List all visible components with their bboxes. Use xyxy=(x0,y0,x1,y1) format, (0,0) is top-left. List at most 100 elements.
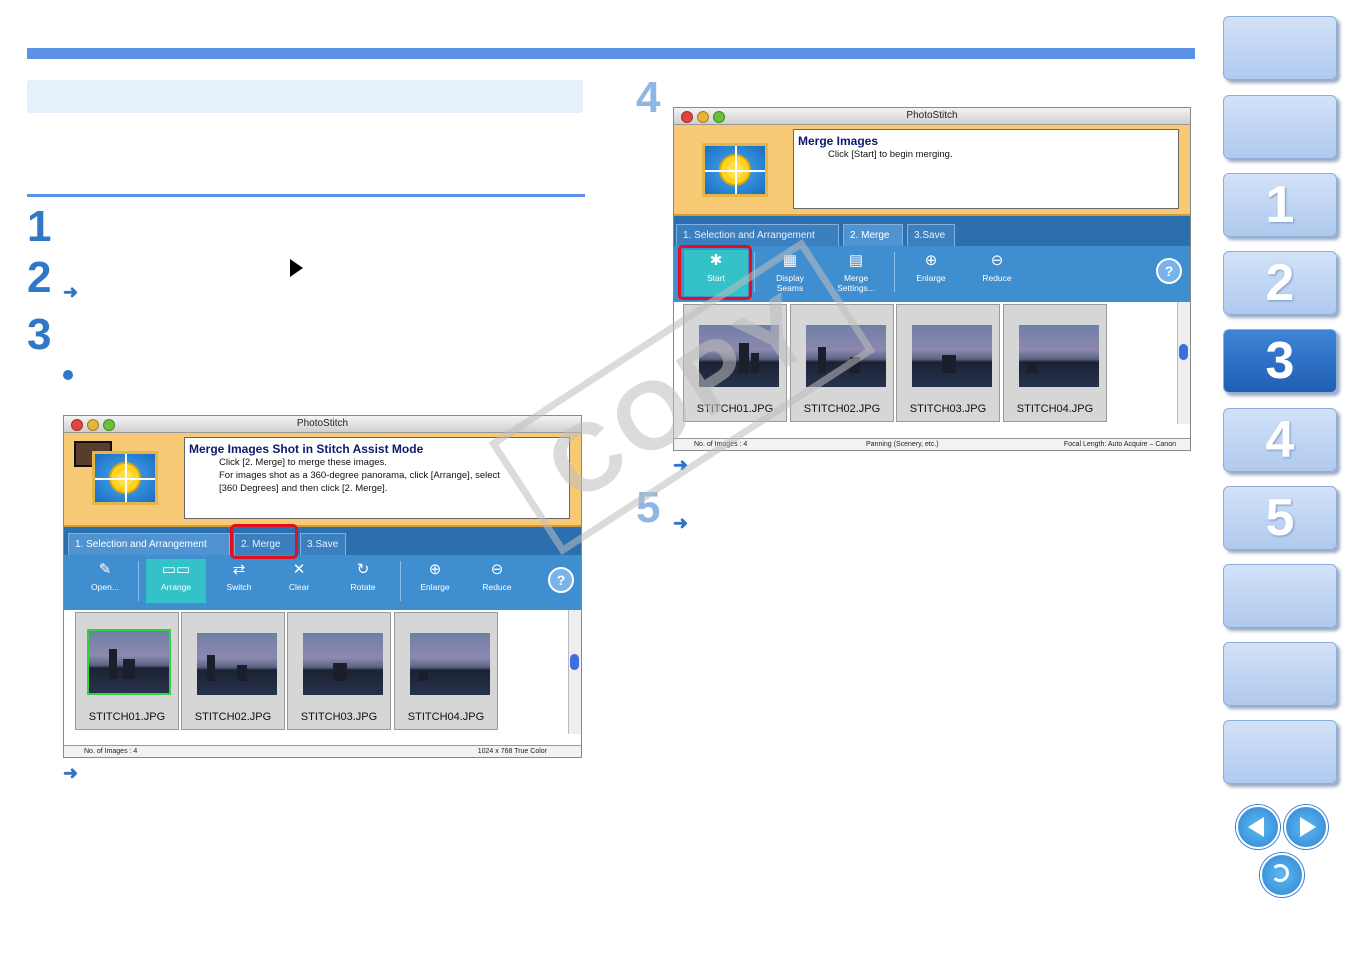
message-title: Merge Images xyxy=(798,134,879,148)
menu-arrow-icon xyxy=(290,259,303,277)
tab-strip: 1. Selection and Arrangement 2. Merge 3.… xyxy=(64,527,581,555)
arrange-button[interactable]: ▭▭ Arrange xyxy=(146,559,206,603)
switch-button[interactable]: ⇄ Switch xyxy=(212,559,266,603)
nav-button-contents[interactable] xyxy=(1223,95,1337,159)
photostitch-logo xyxy=(702,143,768,197)
vertical-scrollbar[interactable] xyxy=(1177,302,1190,424)
nav-button-extra[interactable] xyxy=(1223,720,1337,784)
image-count: No. of Images : 4 xyxy=(84,748,138,755)
step-2-number: 2 xyxy=(27,253,52,302)
window-titlebar: PhotoStitch xyxy=(674,108,1190,125)
scroll-thumb[interactable] xyxy=(1179,344,1188,360)
tab-save[interactable]: 3.Save xyxy=(907,224,955,246)
merge-settings-icon: ▤ xyxy=(848,252,864,269)
window-title: PhotoStitch xyxy=(296,418,349,429)
header-bar xyxy=(27,48,1195,59)
zoom-icon[interactable] xyxy=(713,111,725,123)
image-resolution: 1024 x 768 True Color xyxy=(477,748,547,755)
arrange-icon: ▭▭ xyxy=(161,561,191,578)
thumbnail-image xyxy=(912,325,992,387)
section-divider xyxy=(27,194,585,197)
switch-icon: ⇄ xyxy=(232,561,246,578)
message-line: [360 Degrees] and then click [2. Merge]. xyxy=(219,483,388,494)
nav-chapter-2[interactable]: 2 xyxy=(1223,251,1337,315)
thumbnail[interactable]: STITCH04.JPG xyxy=(394,612,498,730)
thumbnail-caption: STITCH03.JPG xyxy=(909,403,987,415)
rotate-button[interactable]: ↻ Rotate xyxy=(336,559,390,603)
nav-chapter-1[interactable]: 1 xyxy=(1223,173,1337,237)
next-page-icon[interactable] xyxy=(1284,805,1328,849)
minimize-icon[interactable] xyxy=(87,419,99,431)
reduce-button[interactable]: ⊖ Reduce xyxy=(470,559,524,603)
tab-strip: 1. Selection and Arrangement 2. Merge 3.… xyxy=(674,216,1190,246)
thumbnail[interactable]: STITCH02.JPG xyxy=(181,612,285,730)
focal-length: Focal Length: Auto Acquire – Canon xyxy=(1063,441,1176,448)
bullet-icon xyxy=(63,370,73,380)
window-title: PhotoStitch xyxy=(906,110,958,121)
nav-button-index[interactable] xyxy=(1223,642,1337,706)
help-icon[interactable]: ? xyxy=(548,567,574,593)
close-icon[interactable] xyxy=(681,111,693,123)
enlarge-button[interactable]: ⊕ Enlarge xyxy=(904,250,958,294)
rotate-icon: ↻ xyxy=(356,561,370,578)
photostitch-logo xyxy=(92,451,158,505)
status-bar: No. of Images : 4 Panning (Scenery, etc.… xyxy=(674,438,1190,450)
thumbnail-caption: STITCH03.JPG xyxy=(300,711,378,723)
message-box: Merge Images Click [Start] to begin merg… xyxy=(793,129,1179,209)
thumbnail-caption: STITCH02.JPG xyxy=(803,403,881,415)
step-3-number: 3 xyxy=(27,310,52,359)
step-1-number: 1 xyxy=(27,202,52,251)
window-titlebar: PhotoStitch xyxy=(64,416,581,433)
thumbnail-caption: STITCH01.JPG xyxy=(88,711,166,723)
result-arrow-icon: ➜ xyxy=(63,282,79,302)
tab-save[interactable]: 3.Save xyxy=(300,533,346,555)
tab-merge[interactable]: 2. Merge xyxy=(843,224,903,246)
thumbnail[interactable]: STITCH01.JPG xyxy=(75,612,179,730)
tab-selection-arrangement[interactable]: 1. Selection and Arrangement xyxy=(676,224,839,246)
open-folder-icon: ✎ xyxy=(98,561,112,578)
clear-icon: ✕ xyxy=(292,561,306,578)
page: 1 2 ➜ 3 PhotoStitch Merge Images Shot in… xyxy=(0,0,1350,954)
toolbar: ✎ Open... ▭▭ Arrange ⇄ Switch ✕ Clear ↻ Rotat… xyxy=(64,555,581,610)
stitch-mode: Panning (Scenery, etc.) xyxy=(866,441,939,448)
enlarge-button[interactable]: ⊕ Enlarge xyxy=(408,559,462,603)
zoom-out-icon: ⊖ xyxy=(990,252,1004,269)
step-4-number: 4 xyxy=(636,73,661,122)
thumbnail-image xyxy=(87,629,171,695)
nav-button-top[interactable] xyxy=(1223,16,1337,80)
section-title-bar xyxy=(27,80,583,113)
thumbnail-image xyxy=(1019,325,1099,387)
zoom-out-icon: ⊖ xyxy=(490,561,504,578)
reduce-button[interactable]: ⊖ Reduce xyxy=(970,250,1024,294)
zoom-icon[interactable] xyxy=(103,419,115,431)
nav-chapter-5[interactable]: 5 xyxy=(1223,486,1337,550)
return-icon[interactable] xyxy=(1260,853,1304,897)
nav-button-reference[interactable] xyxy=(1223,564,1337,628)
minimize-icon[interactable] xyxy=(697,111,709,123)
status-bar: No. of Images : 4 1024 x 768 True Color xyxy=(64,745,581,757)
thumbnail[interactable]: STITCH03.JPG xyxy=(896,304,1000,422)
thumbnail-caption: STITCH02.JPG xyxy=(194,711,272,723)
nav-chapter-3[interactable]: 3 xyxy=(1223,329,1337,393)
thumbnail-caption: STITCH04.JPG xyxy=(407,711,485,723)
merge-settings-button[interactable]: ▤ Merge Settings... xyxy=(826,250,886,294)
scroll-thumb[interactable] xyxy=(570,654,579,670)
close-icon[interactable] xyxy=(71,419,83,431)
open-button[interactable]: ✎ Open... xyxy=(78,559,132,603)
result-arrow-icon: ➜ xyxy=(63,763,79,783)
thumbnail-image xyxy=(410,633,490,695)
thumbnail-image xyxy=(303,633,383,695)
clear-button[interactable]: ✕ Clear xyxy=(272,559,326,603)
thumbnail-image xyxy=(197,633,277,695)
nav-chapter-4[interactable]: 4 xyxy=(1223,408,1337,472)
tab-selection-arrangement[interactable]: 1. Selection and Arrangement xyxy=(68,533,230,555)
zoom-in-icon: ⊕ xyxy=(924,252,938,269)
help-icon[interactable]: ? xyxy=(1156,258,1182,284)
thumbnail[interactable]: STITCH04.JPG xyxy=(1003,304,1107,422)
vertical-scrollbar[interactable] xyxy=(568,610,581,734)
previous-page-icon[interactable] xyxy=(1236,805,1280,849)
message-header: Merge Images Click [Start] to begin merg… xyxy=(674,125,1190,216)
result-arrow-icon: ➜ xyxy=(673,513,689,533)
zoom-in-icon: ⊕ xyxy=(428,561,442,578)
thumbnail[interactable]: STITCH03.JPG xyxy=(287,612,391,730)
